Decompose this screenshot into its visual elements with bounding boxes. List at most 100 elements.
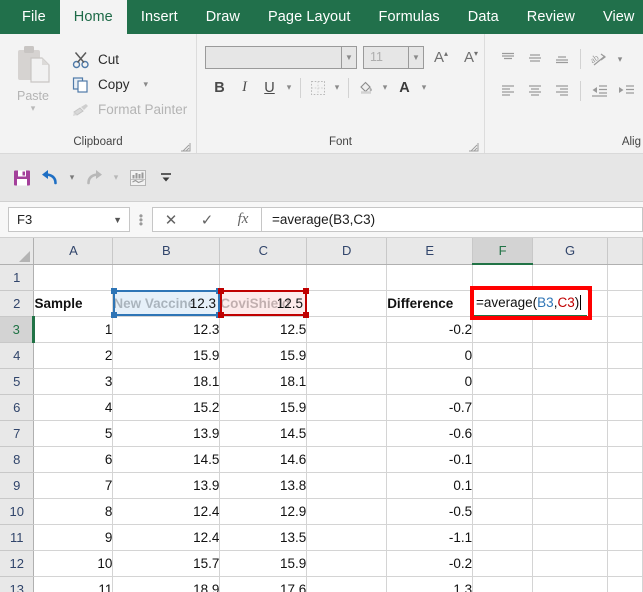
cell-a2[interactable]: Sample: [34, 290, 113, 316]
cell-g4[interactable]: [533, 342, 608, 368]
cell-c13[interactable]: 17.6: [220, 576, 307, 592]
italic-button[interactable]: I: [232, 75, 257, 100]
cell-a9[interactable]: 7: [34, 472, 113, 498]
font-color-button[interactable]: A: [392, 75, 417, 100]
cell-d5[interactable]: [307, 368, 387, 394]
cell-overflow-2[interactable]: [607, 290, 642, 316]
cell-g10[interactable]: [533, 498, 608, 524]
orientation-button[interactable]: ab: [586, 48, 613, 70]
row-header-7[interactable]: 7: [0, 420, 34, 446]
cell-e7[interactable]: -0.6: [387, 420, 473, 446]
column-header-a[interactable]: A: [34, 238, 113, 264]
insert-function-button[interactable]: fx: [225, 208, 261, 231]
tab-formulas[interactable]: Formulas: [365, 0, 454, 34]
format-painter-button[interactable]: Format Painter: [66, 97, 196, 122]
cell-c3[interactable]: 12.5: [220, 316, 307, 342]
cell-d12[interactable]: [307, 550, 387, 576]
align-right-button[interactable]: [548, 80, 575, 102]
cell-f3[interactable]: [473, 316, 533, 342]
column-header-g[interactable]: G: [533, 238, 608, 264]
row-header-9[interactable]: 9: [0, 472, 34, 498]
cell-c10[interactable]: 12.9: [220, 498, 307, 524]
cell-d4[interactable]: [307, 342, 387, 368]
cell-d10[interactable]: [307, 498, 387, 524]
cell-e8[interactable]: -0.1: [387, 446, 473, 472]
cell-b3[interactable]: 12.3: [113, 316, 220, 342]
cell-d13[interactable]: [307, 576, 387, 592]
increase-font-size-button[interactable]: A▴: [428, 45, 454, 69]
borders-dropdown-caret-icon[interactable]: ▾: [330, 82, 344, 93]
tab-draw[interactable]: Draw: [192, 0, 254, 34]
cell-a12[interactable]: 10: [34, 550, 113, 576]
cell-c6[interactable]: 15.9: [220, 394, 307, 420]
cell-f7[interactable]: [473, 420, 533, 446]
borders-button[interactable]: [305, 75, 330, 100]
cell-d8[interactable]: [307, 446, 387, 472]
cell-c11[interactable]: 13.5: [220, 524, 307, 550]
fill-color-button[interactable]: [353, 75, 378, 100]
cell-b2[interactable]: New Vaccine: [113, 290, 220, 316]
cell-e13[interactable]: 1.3: [387, 576, 473, 592]
cell-d3[interactable]: [307, 316, 387, 342]
align-bottom-button[interactable]: [548, 48, 575, 70]
cell-f1[interactable]: [473, 264, 533, 290]
cell-overflow-13[interactable]: [607, 576, 642, 592]
column-header-f[interactable]: F: [473, 238, 533, 264]
cell-d6[interactable]: [307, 394, 387, 420]
customize-quick-access-toolbar-button[interactable]: [152, 164, 180, 192]
align-center-button[interactable]: [521, 80, 548, 102]
cell-e3[interactable]: -0.2: [387, 316, 473, 342]
cell-g7[interactable]: [533, 420, 608, 446]
row-header-5[interactable]: 5: [0, 368, 34, 394]
cell-c1[interactable]: [220, 264, 307, 290]
fill-color-dropdown-caret-icon[interactable]: ▾: [378, 82, 392, 93]
cell-a4[interactable]: 2: [34, 342, 113, 368]
column-header-c[interactable]: C: [220, 238, 307, 264]
font-name-dropdown-caret-icon[interactable]: ▼: [341, 46, 357, 69]
cell-overflow-8[interactable]: [607, 446, 642, 472]
font-dialog-launcher-icon[interactable]: [468, 140, 479, 151]
cell-g8[interactable]: [533, 446, 608, 472]
underline-dropdown-caret-icon[interactable]: ▾: [282, 82, 296, 93]
copy-dropdown-caret-icon[interactable]: ▾: [144, 79, 149, 90]
cell-g6[interactable]: [533, 394, 608, 420]
cell-a8[interactable]: 6: [34, 446, 113, 472]
tab-file[interactable]: File: [8, 0, 60, 34]
font-name-input[interactable]: [205, 46, 341, 69]
orientation-dropdown-caret-icon[interactable]: ▾: [613, 54, 627, 65]
row-header-10[interactable]: 10: [0, 498, 34, 524]
save-button[interactable]: [8, 164, 36, 192]
cell-d1[interactable]: [307, 264, 387, 290]
column-header-b[interactable]: B: [113, 238, 220, 264]
cell-b7[interactable]: 13.9: [113, 420, 220, 446]
font-color-dropdown-caret-icon[interactable]: ▾: [417, 82, 431, 93]
undo-dropdown-caret-icon[interactable]: ▾: [64, 172, 80, 183]
cell-f6[interactable]: [473, 394, 533, 420]
formula-bar-grip[interactable]: •••: [130, 214, 152, 226]
cell-d7[interactable]: [307, 420, 387, 446]
bold-button[interactable]: B: [207, 75, 232, 100]
cell-f4[interactable]: [473, 342, 533, 368]
name-box[interactable]: F3 ▼: [8, 207, 130, 232]
font-size-input[interactable]: 11: [363, 46, 408, 69]
cell-f8[interactable]: [473, 446, 533, 472]
cell-e11[interactable]: -1.1: [387, 524, 473, 550]
cell-overflow-5[interactable]: [607, 368, 642, 394]
row-header-1[interactable]: 1: [0, 264, 34, 290]
cut-button[interactable]: Cut: [66, 47, 196, 72]
row-header-3[interactable]: 3: [0, 316, 34, 342]
tab-home[interactable]: Home: [60, 0, 127, 34]
align-left-button[interactable]: [494, 80, 521, 102]
cell-c9[interactable]: 13.8: [220, 472, 307, 498]
row-header-12[interactable]: 12: [0, 550, 34, 576]
tab-review[interactable]: Review: [513, 0, 589, 34]
row-header-6[interactable]: 6: [0, 394, 34, 420]
cell-c4[interactable]: 15.9: [220, 342, 307, 368]
cell-b9[interactable]: 13.9: [113, 472, 220, 498]
cell-overflow-7[interactable]: [607, 420, 642, 446]
cell-g13[interactable]: [533, 576, 608, 592]
cell-f10[interactable]: [473, 498, 533, 524]
cell-b1[interactable]: [113, 264, 220, 290]
cell-a1[interactable]: [34, 264, 113, 290]
cell-b10[interactable]: 12.4: [113, 498, 220, 524]
